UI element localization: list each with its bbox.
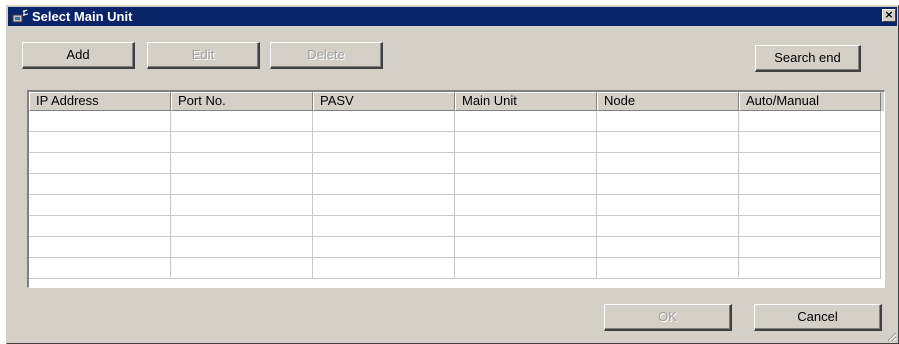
table-cell[interactable]: [29, 111, 171, 132]
table-cell[interactable]: [455, 216, 597, 237]
table-cell[interactable]: [29, 174, 171, 195]
table-header: IP Address Port No. PASV Main Unit Node …: [29, 92, 884, 111]
table-cell[interactable]: [739, 258, 881, 279]
table-cell[interactable]: [455, 174, 597, 195]
column-header-main-unit[interactable]: Main Unit: [455, 92, 597, 111]
table-row[interactable]: [29, 216, 884, 237]
table-cell[interactable]: [739, 153, 881, 174]
search-end-button[interactable]: Search end: [755, 45, 861, 72]
table-cell[interactable]: [455, 132, 597, 153]
column-header-auto-manual[interactable]: Auto/Manual: [739, 92, 881, 111]
table-cell[interactable]: [597, 216, 739, 237]
ok-button[interactable]: OK: [604, 304, 732, 331]
column-header-pasv[interactable]: PASV: [313, 92, 455, 111]
table-cell[interactable]: [739, 174, 881, 195]
dialog-title: Select Main Unit: [32, 9, 133, 24]
table-cell[interactable]: [171, 111, 313, 132]
table-cell[interactable]: [313, 111, 455, 132]
table-row[interactable]: [29, 174, 884, 195]
table-cell[interactable]: [739, 111, 881, 132]
table-row[interactable]: [29, 195, 884, 216]
table-cell[interactable]: [739, 216, 881, 237]
table-cell[interactable]: [171, 132, 313, 153]
table-cell[interactable]: [171, 174, 313, 195]
table-cell[interactable]: [313, 216, 455, 237]
table-cell[interactable]: [455, 111, 597, 132]
table-row[interactable]: [29, 237, 884, 258]
table-cell[interactable]: [29, 153, 171, 174]
edit-button[interactable]: Edit: [147, 42, 260, 69]
select-main-unit-dialog: Select Main Unit × Add Edit Delete Searc…: [6, 5, 899, 344]
table-cell[interactable]: [739, 195, 881, 216]
column-header-port-no[interactable]: Port No.: [171, 92, 313, 111]
column-header-node[interactable]: Node: [597, 92, 739, 111]
table-cell[interactable]: [597, 195, 739, 216]
table-cell[interactable]: [313, 132, 455, 153]
table-cell[interactable]: [29, 216, 171, 237]
table-cell[interactable]: [171, 216, 313, 237]
table-cell[interactable]: [171, 153, 313, 174]
table-cell[interactable]: [29, 258, 171, 279]
table-cell[interactable]: [455, 237, 597, 258]
table-cell[interactable]: [597, 258, 739, 279]
main-unit-table[interactable]: IP Address Port No. PASV Main Unit Node …: [27, 90, 885, 288]
table-cell[interactable]: [739, 132, 881, 153]
table-row[interactable]: [29, 258, 884, 279]
table-cell[interactable]: [171, 237, 313, 258]
table-row[interactable]: [29, 111, 884, 132]
table-cell[interactable]: [739, 237, 881, 258]
column-header-ip-address[interactable]: IP Address: [29, 92, 171, 111]
table-cell[interactable]: [597, 111, 739, 132]
cancel-button[interactable]: Cancel: [754, 304, 882, 331]
table-cell[interactable]: [313, 174, 455, 195]
table-cell[interactable]: [455, 195, 597, 216]
table-cell[interactable]: [597, 132, 739, 153]
title-bar[interactable]: Select Main Unit ×: [8, 7, 897, 26]
table-cell[interactable]: [597, 153, 739, 174]
network-device-icon: [12, 9, 29, 23]
table-cell[interactable]: [597, 174, 739, 195]
table-cell[interactable]: [29, 237, 171, 258]
table-cell[interactable]: [455, 153, 597, 174]
table-cell[interactable]: [313, 258, 455, 279]
table-cell[interactable]: [597, 237, 739, 258]
table-cell[interactable]: [313, 153, 455, 174]
resize-grip-icon[interactable]: [885, 330, 897, 342]
table-cell[interactable]: [29, 195, 171, 216]
table-row[interactable]: [29, 153, 884, 174]
table-cell[interactable]: [29, 132, 171, 153]
table-cell[interactable]: [171, 195, 313, 216]
table-cell[interactable]: [171, 258, 313, 279]
table-cell[interactable]: [455, 258, 597, 279]
add-button[interactable]: Add: [22, 42, 135, 69]
close-icon[interactable]: ×: [882, 9, 896, 22]
table-cell[interactable]: [313, 237, 455, 258]
table-row[interactable]: [29, 132, 884, 153]
delete-button[interactable]: Delete: [270, 42, 383, 69]
table-cell[interactable]: [313, 195, 455, 216]
table-body: [29, 111, 884, 279]
